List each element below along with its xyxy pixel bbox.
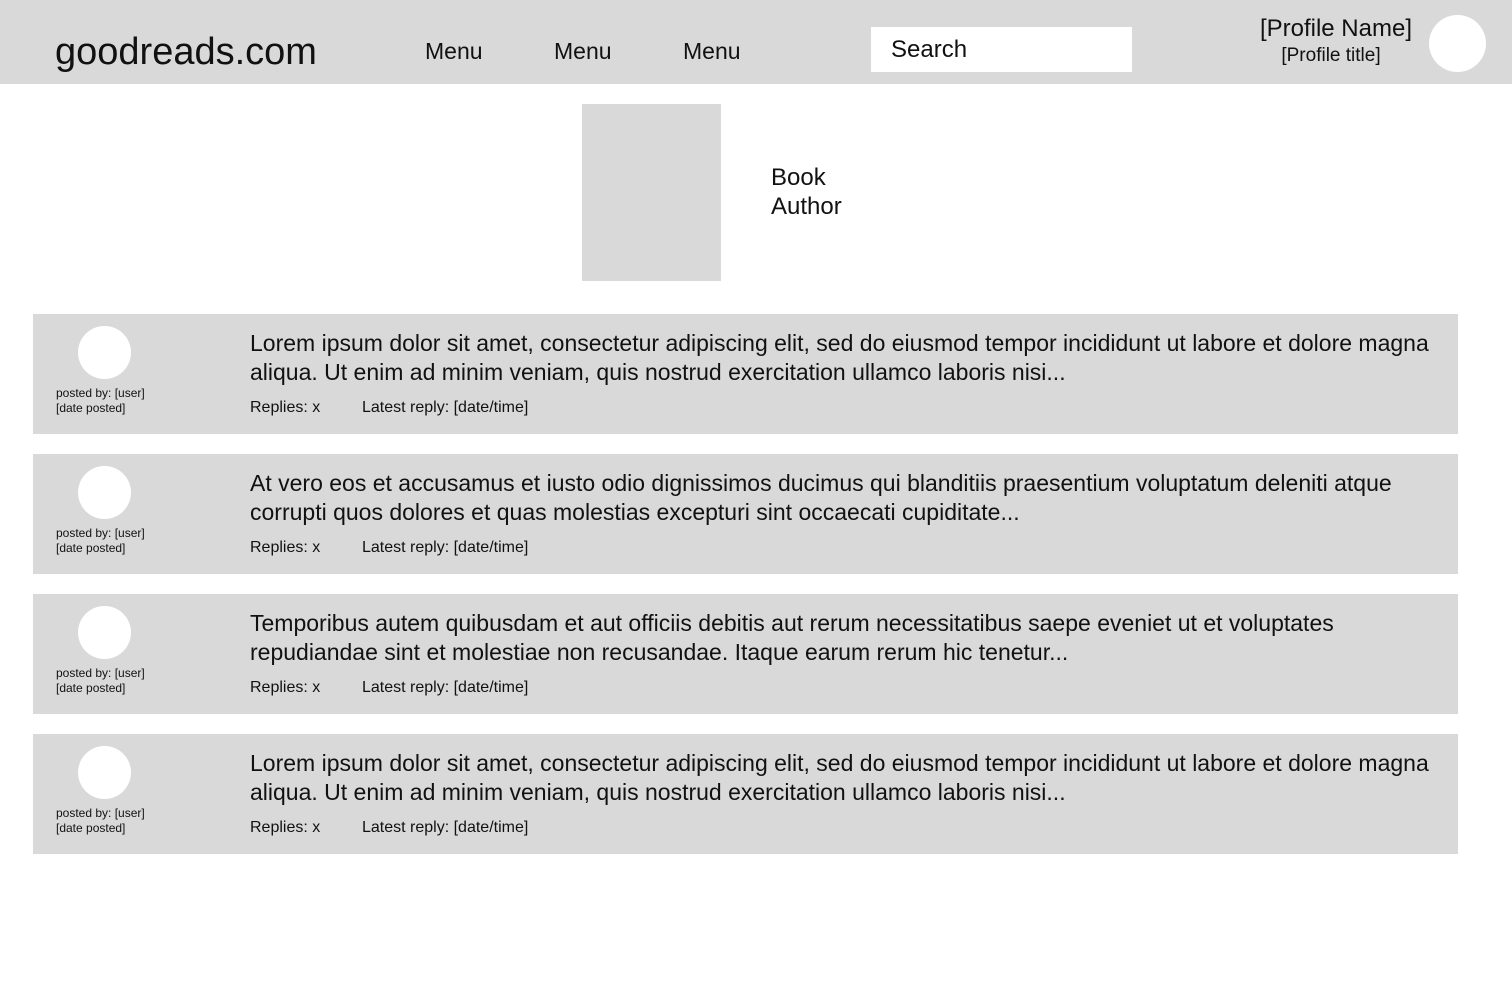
latest-reply: Latest reply: [date/time]	[362, 539, 529, 556]
discussion-post[interactable]: posted by: [user] [date posted] Lorem ip…	[33, 314, 1458, 434]
discussion-post[interactable]: posted by: [user] [date posted] Temporib…	[33, 594, 1458, 714]
user-avatar[interactable]	[78, 466, 131, 519]
profile-title: [Profile title]	[1281, 45, 1381, 66]
top-header: goodreads.com Menu Menu Menu [Profile Na…	[0, 0, 1512, 84]
latest-reply: Latest reply: [date/time]	[362, 819, 529, 836]
post-text: Lorem ipsum dolor sit amet, consectetur …	[250, 330, 1429, 385]
discussion-post[interactable]: posted by: [user] [date posted] At vero …	[33, 454, 1458, 574]
posted-by: posted by: [user]	[56, 806, 145, 820]
book-title[interactable]: Book	[771, 163, 826, 192]
profile-avatar[interactable]	[1429, 15, 1486, 72]
posted-by: posted by: [user]	[56, 526, 145, 540]
latest-reply: Latest reply: [date/time]	[362, 399, 529, 416]
date-posted: [date posted]	[56, 401, 126, 415]
date-posted: [date posted]	[56, 541, 126, 555]
posted-by: posted by: [user]	[56, 386, 145, 400]
user-avatar[interactable]	[78, 326, 131, 379]
replies-count: Replies: x	[250, 399, 321, 416]
book-author[interactable]: Author	[771, 192, 842, 221]
posted-by: posted by: [user]	[56, 666, 145, 680]
latest-reply: Latest reply: [date/time]	[362, 679, 529, 696]
post-text: Lorem ipsum dolor sit amet, consectetur …	[250, 750, 1429, 805]
replies-count: Replies: x	[250, 539, 321, 556]
discussion-post[interactable]: posted by: [user] [date posted] Lorem ip…	[33, 734, 1458, 854]
nav-menu-3[interactable]: Menu	[683, 36, 741, 66]
book-cover-image[interactable]	[582, 104, 721, 281]
nav-menu-1[interactable]: Menu	[425, 36, 483, 66]
profile-name[interactable]: [Profile Name]	[1260, 14, 1412, 44]
post-text: Temporibus autem quibusdam et aut offici…	[250, 610, 1334, 665]
user-avatar[interactable]	[78, 606, 131, 659]
date-posted: [date posted]	[56, 821, 126, 835]
site-logo[interactable]: goodreads.com	[55, 28, 317, 76]
replies-count: Replies: x	[250, 819, 321, 836]
post-text: At vero eos et accusamus et iusto odio d…	[250, 470, 1392, 525]
date-posted: [date posted]	[56, 681, 126, 695]
user-avatar[interactable]	[78, 746, 131, 799]
replies-count: Replies: x	[250, 679, 321, 696]
nav-menu-2[interactable]: Menu	[554, 36, 612, 66]
search-input[interactable]	[871, 27, 1132, 72]
